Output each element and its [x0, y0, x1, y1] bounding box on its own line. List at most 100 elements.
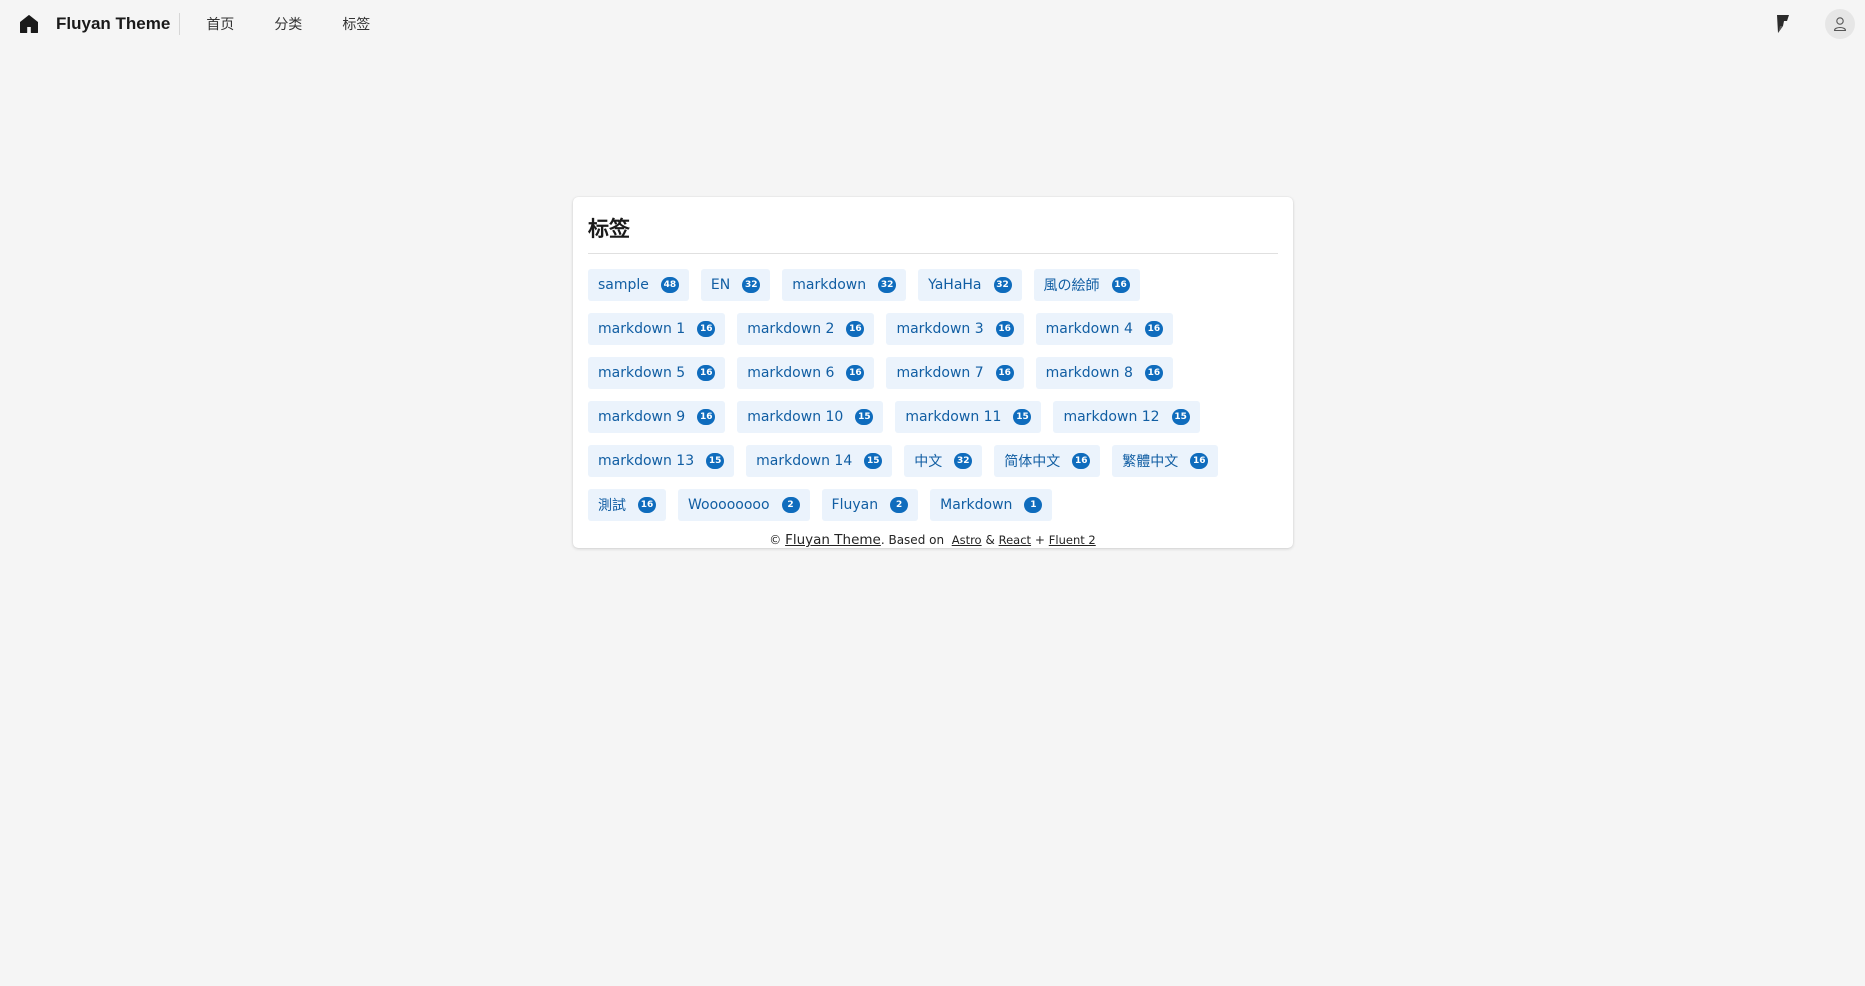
tag-label: markdown 1: [598, 321, 686, 337]
tag-count-badge: 16: [697, 321, 716, 337]
person-icon: [1833, 17, 1847, 32]
tag-count-badge: 15: [1013, 409, 1032, 425]
home-button[interactable]: [14, 9, 44, 39]
nav-item-tags[interactable]: 标签: [332, 10, 380, 38]
tag-chip[interactable]: 简体中文 16: [994, 445, 1101, 477]
tag-chip[interactable]: 繁體中文 16: [1112, 445, 1219, 477]
tag-chip[interactable]: markdown 6 16: [737, 357, 875, 389]
fluent-button[interactable]: [1767, 8, 1799, 40]
tag-label: 简体中文: [1004, 454, 1061, 470]
tag-count-badge: 16: [1144, 365, 1163, 381]
tag-count-badge: 16: [697, 409, 716, 425]
tag-chip[interactable]: markdown 2 16: [737, 313, 875, 345]
tag-count-badge: 15: [1171, 409, 1190, 425]
tag-label: markdown 10: [747, 409, 844, 425]
tag-label: 中文: [914, 454, 943, 470]
tag-count-badge: 16: [1144, 321, 1163, 337]
page-title: 标签: [588, 211, 1278, 254]
tag-chip[interactable]: markdown 12 15: [1053, 401, 1200, 433]
astro-link[interactable]: Astro: [952, 533, 982, 547]
tag-chip[interactable]: EN 32: [700, 269, 771, 301]
tag-label: markdown 12: [1063, 409, 1160, 425]
tag-count-badge: 15: [706, 453, 725, 469]
nav-item-categories[interactable]: 分类: [264, 10, 312, 38]
tag-label: markdown: [792, 277, 867, 293]
tag-count-badge: 32: [954, 453, 973, 469]
tag-count-badge: 2: [890, 497, 909, 513]
tag-label: markdown 2: [747, 321, 835, 337]
tag-count-badge: 15: [864, 453, 883, 469]
tag-chip[interactable]: 中文 32: [904, 445, 983, 477]
user-avatar-button[interactable]: [1825, 9, 1855, 39]
tag-label: EN: [710, 277, 731, 293]
main-nav: 首页 分类 标签: [196, 10, 400, 38]
top-navigation-bar: Fluyan Theme 首页 分类 标签: [0, 0, 1865, 48]
tag-chip[interactable]: markdown 8 16: [1035, 357, 1173, 389]
tag-label: markdown 14: [756, 453, 853, 469]
tag-count-badge: 16: [995, 321, 1014, 337]
tag-chip[interactable]: markdown 14 15: [746, 445, 893, 477]
nav-item-home[interactable]: 首页: [196, 10, 244, 38]
tag-chip[interactable]: sample 48: [588, 269, 689, 301]
tag-count-badge: 32: [878, 277, 897, 293]
fluent-logo-icon: [1777, 15, 1789, 33]
tag-label: 測試: [598, 498, 626, 514]
tag-label: markdown 4: [1045, 321, 1133, 337]
tag-chip[interactable]: markdown 13 15: [588, 445, 735, 477]
tag-chip[interactable]: markdown 11 15: [895, 401, 1042, 433]
tag-label: markdown 5: [598, 365, 686, 381]
copyright-symbol: ©: [769, 533, 782, 547]
tag-count-badge: 32: [742, 277, 761, 293]
plus-text: +: [1034, 533, 1045, 547]
tag-chip[interactable]: markdown 9 16: [588, 401, 726, 433]
tag-label: 繁體中文: [1122, 454, 1179, 470]
tag-count-badge: 15: [855, 409, 874, 425]
tag-count-badge: 48: [660, 277, 679, 293]
tag-chip[interactable]: 風の絵師 16: [1033, 269, 1140, 301]
tag-chip[interactable]: 測試 16: [588, 489, 666, 521]
tag-count-badge: 16: [1190, 453, 1209, 469]
based-on-text: . Based on: [880, 533, 945, 547]
tag-chip[interactable]: markdown 1 16: [588, 313, 726, 345]
tag-label: Woooooooo: [688, 497, 770, 513]
header-actions: [1767, 8, 1855, 40]
tag-label: 風の絵師: [1043, 278, 1100, 294]
tag-count-badge: 16: [697, 365, 716, 381]
tag-count-badge: 1: [1024, 497, 1043, 513]
footer: © Fluyan Theme. Based on Astro & React +…: [0, 532, 1865, 548]
tag-label: YaHaHa: [928, 277, 982, 293]
tag-label: Fluyan: [831, 497, 879, 513]
tag-chip[interactable]: markdown 5 16: [588, 357, 726, 389]
tag-count-badge: 16: [846, 321, 865, 337]
tag-chip[interactable]: Fluyan 2: [821, 489, 919, 521]
tag-label: markdown 9: [598, 409, 686, 425]
tag-count-badge: 16: [1072, 453, 1091, 469]
tag-list: sample 48 EN 32 markdown 32 YaHaHa 32 風の絵師 16 mark…: [588, 254, 1278, 533]
tag-chip[interactable]: Markdown 1: [930, 489, 1053, 521]
tag-count-badge: 16: [846, 365, 865, 381]
tag-label: markdown 11: [905, 409, 1002, 425]
tag-chip[interactable]: markdown 4 16: [1035, 313, 1173, 345]
tag-label: markdown 7: [896, 365, 984, 381]
home-icon: [20, 15, 38, 33]
site-brand-link[interactable]: Fluyan Theme: [56, 13, 181, 35]
fluent-link[interactable]: Fluent 2: [1049, 533, 1096, 547]
react-link[interactable]: React: [999, 533, 1031, 547]
tag-label: markdown 3: [896, 321, 984, 337]
tag-label: markdown 8: [1045, 365, 1133, 381]
tag-chip[interactable]: Woooooooo 2: [678, 489, 810, 521]
footer-brand-link[interactable]: Fluyan Theme: [785, 532, 881, 548]
tag-count-badge: 16: [1111, 277, 1130, 293]
tag-label: Markdown: [940, 497, 1013, 513]
tag-count-badge: 2: [781, 497, 800, 513]
tag-count-badge: 16: [638, 497, 656, 513]
tag-chip[interactable]: markdown 7 16: [886, 357, 1024, 389]
tag-count-badge: 16: [995, 365, 1014, 381]
tag-chip[interactable]: markdown 32: [782, 269, 907, 301]
tag-chip[interactable]: YaHaHa 32: [918, 269, 1022, 301]
tag-count-badge: 32: [993, 277, 1012, 293]
tag-chip[interactable]: markdown 10 15: [737, 401, 884, 433]
tag-label: markdown 6: [747, 365, 835, 381]
tag-chip[interactable]: markdown 3 16: [886, 313, 1024, 345]
tag-label: markdown 13: [598, 453, 695, 469]
